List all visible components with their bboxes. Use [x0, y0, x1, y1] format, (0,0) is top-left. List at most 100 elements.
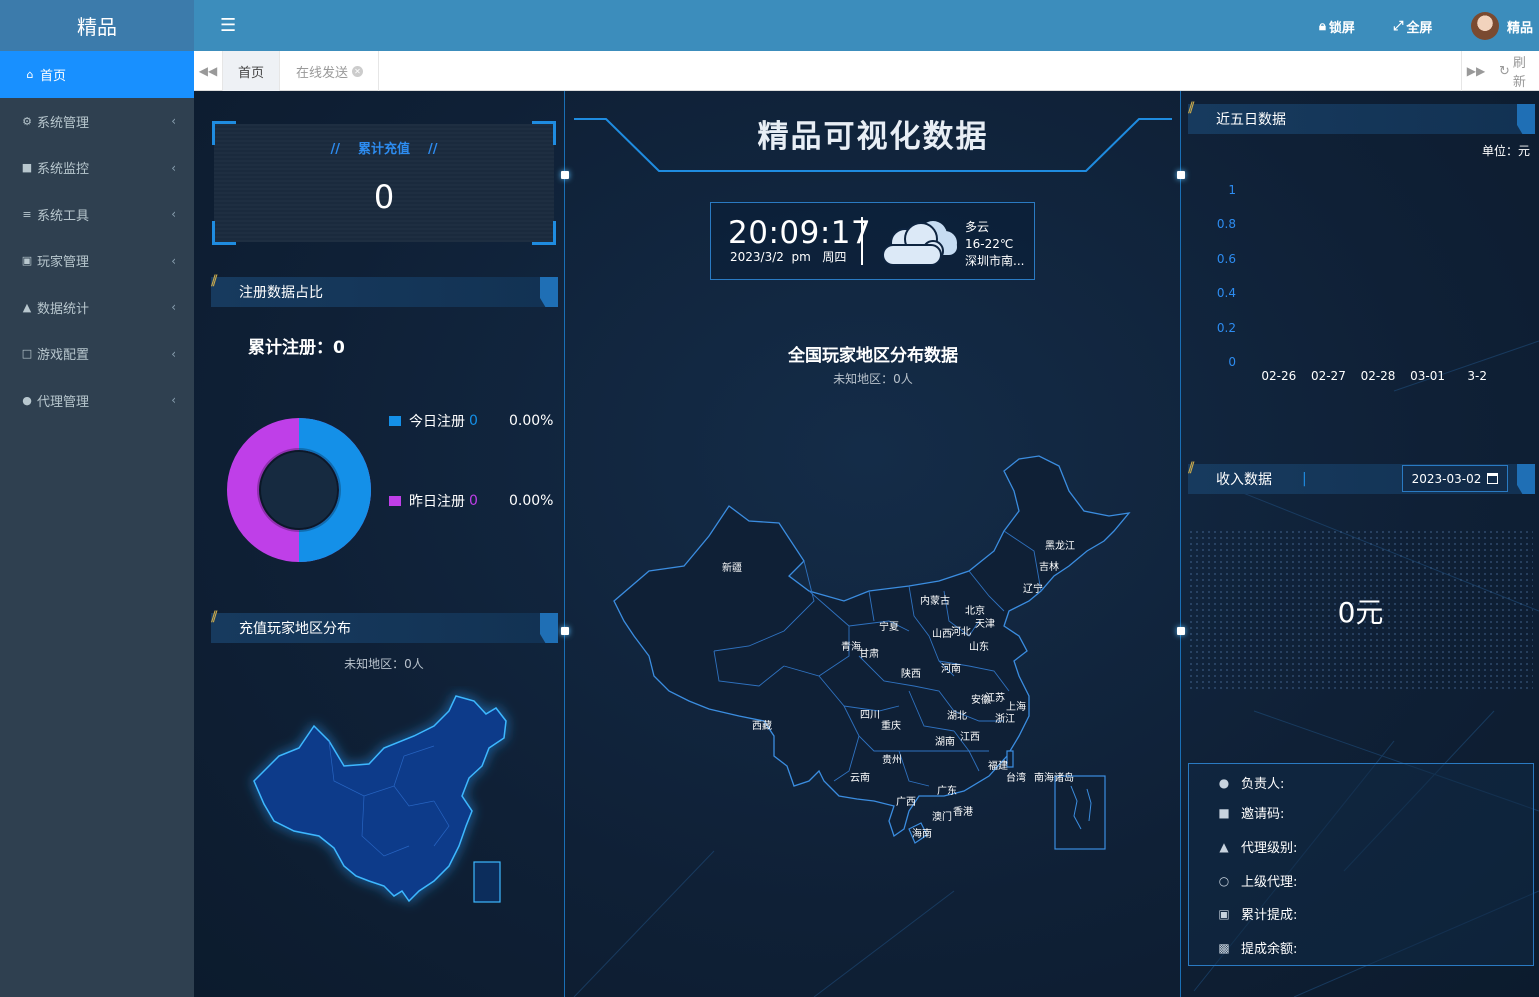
avatar[interactable] [1471, 12, 1499, 40]
sidebar: 精品 ⌂ 首页 ⚙ 系统管理 ‹ ■ 系统监控 ‹ ≡ 系统工具 ‹ ▣ 玩家管… [0, 0, 194, 997]
corner-decoration [212, 221, 236, 245]
tab-online-send[interactable]: 在线发送 ✕ [281, 51, 380, 91]
agent-owner-label: 负责人: [1241, 777, 1285, 792]
gear-icon: ⚙ [22, 114, 32, 128]
legend-label: 今日注册 [409, 414, 465, 430]
national-distribution-title: 全国玩家地区分布数据 [788, 346, 958, 366]
title-slash-icon: // [1188, 100, 1195, 116]
agent-invite-label: 邀请码: [1241, 807, 1285, 822]
clock-time: 20:09:17 [728, 215, 872, 251]
register-donut-chart [227, 418, 371, 562]
agent-parent-label: 上级代理: [1241, 875, 1298, 890]
sidebar-item-label: 系统工具 [37, 208, 90, 224]
sidebar-item-system-monitor[interactable]: ■ 系统监控 ‹ [0, 145, 194, 192]
income-date-value: 2023-03-02 [1411, 471, 1482, 486]
chevron-left-icon: ‹ [171, 114, 176, 129]
agent-total-commission-row: ▣ 累计提成: [1217, 904, 1298, 924]
page-title: 精品可视化数据 [757, 119, 989, 155]
title-tip [540, 613, 558, 643]
agent-balance-label: 提成余额: [1241, 942, 1298, 957]
calendar-icon [1487, 473, 1499, 484]
title-slash-icon: // [211, 609, 218, 625]
legend-percent: 0.00% [509, 413, 554, 429]
agent-total-commission-label: 累计提成: [1241, 908, 1298, 923]
recharge-region-unknown: 未知地区：0人 [344, 657, 424, 671]
refresh-button[interactable]: ↻ 刷新 [1491, 51, 1539, 91]
agent-level-row: ▲ 代理级别: [1217, 837, 1297, 857]
sidebar-item-agent-management[interactable]: ● 代理管理 ‹ [0, 377, 194, 424]
recharge-total-card: //累计充值// 0 [214, 124, 554, 242]
sidebar-item-data-statistics[interactable]: ▲ 数据统计 ‹ [0, 284, 194, 331]
hamburger-menu-icon[interactable]: ☰ [220, 15, 236, 36]
agent-balance-row: ▩ 提成余额: [1217, 938, 1298, 958]
panel-title-text: 近五日数据 [1216, 112, 1286, 128]
title-divider: | [1302, 471, 1307, 487]
five-day-series [1214, 179, 1514, 389]
agent-parent-row: ○ 上级代理: [1217, 871, 1298, 891]
refresh-label: 刷新 [1512, 56, 1526, 90]
legend-yesterday: 昨日注册 0 0.00% [389, 491, 553, 511]
chevron-left-icon: ‹ [171, 300, 176, 315]
user-outline-icon: ○ [1218, 873, 1230, 888]
weather-condition: 多云 [965, 220, 990, 234]
lock-screen-button[interactable]: 🔒︎ 锁屏 [1319, 17, 1355, 36]
fullscreen-button[interactable]: ⤢ 全屏 [1393, 17, 1432, 36]
monitor-icon: □ [21, 347, 33, 361]
tab-bar: ◀◀ 首页 在线发送 ✕ ▶▶ ↻ 刷新 [194, 51, 1539, 91]
recharge-label: //累计充值// [330, 142, 438, 157]
panel-title-text: 充值玩家地区分布 [239, 621, 351, 637]
user-name[interactable]: 精品 [1507, 17, 1533, 36]
lock-money-icon: ▩ [1218, 940, 1230, 955]
sidebar-item-label: 系统监控 [37, 162, 90, 178]
china-map [613, 455, 1131, 850]
sidebar-item-home[interactable]: ⌂ 首页 [0, 51, 194, 98]
tab-scroll-left-icon[interactable]: ◀◀ [194, 51, 223, 91]
agent-invite-row: ■ 邀请码: [1217, 803, 1285, 823]
agent-info-panel: ● 负责人: ■ 邀请码: ▲ 代理级别: ○ 上级代理: ▣ 累计提成: ▩ … [1188, 763, 1534, 966]
app-logo[interactable]: 精品 [0, 0, 194, 51]
lock-icon: 🔒︎ [1319, 19, 1326, 34]
income-value: 0元 [1337, 596, 1384, 629]
tab-scroll-right-icon[interactable]: ▶▶ [1461, 51, 1490, 91]
home-icon: ⌂ [26, 68, 34, 81]
sidebar-item-game-config[interactable]: □ 游戏配置 ‹ [0, 331, 194, 378]
recharge-region-map [253, 695, 507, 903]
recharge-region-title: // 充值玩家地区分布 [211, 609, 558, 643]
separator-node [561, 171, 569, 179]
corner-decoration [212, 121, 236, 145]
sidebar-item-system-tools[interactable]: ≡ 系统工具 ‹ [0, 191, 194, 238]
title-slash-icon: // [1188, 460, 1195, 476]
legend-swatch [389, 416, 401, 426]
refresh-icon: ↻ [1499, 63, 1510, 79]
close-icon[interactable]: ✕ [352, 65, 364, 77]
chevron-left-icon: ‹ [171, 207, 176, 222]
corner-decoration [532, 221, 556, 245]
expand-icon: ⤢ [1393, 19, 1404, 34]
chevron-left-icon: ‹ [171, 160, 176, 175]
legend-swatch [389, 496, 401, 506]
legend-value: 0 [469, 413, 478, 429]
register-ratio-title: // 注册数据占比 [211, 273, 558, 307]
title-slash-icon: // [211, 273, 218, 289]
register-total: 累计注册：0 [248, 338, 345, 358]
recharge-value: 0 [373, 178, 395, 216]
tab-home[interactable]: 首页 [223, 51, 281, 91]
panel-title-text: 收入数据 [1216, 472, 1272, 488]
agent-owner-row: ● 负责人: [1217, 773, 1285, 793]
donut-center [261, 452, 337, 528]
income-date-picker[interactable]: 2023-03-02 [1402, 465, 1508, 492]
title-tip [1517, 464, 1535, 494]
wallet-icon: ▣ [1218, 906, 1230, 921]
title-tip [540, 277, 558, 307]
clock-weather-card: 20:09:17 2023/3/2 pm 周四 多云 16-22℃ 深圳市南..… [710, 202, 1035, 280]
user-card-icon: ▣ [21, 254, 33, 268]
separator-left [564, 91, 565, 997]
weather-city: 深圳市南... [965, 254, 1025, 268]
clock-divider [861, 217, 863, 265]
sidebar-item-label: 代理管理 [37, 394, 90, 410]
legend-value: 0 [469, 493, 478, 509]
sidebar-item-player-management[interactable]: ▣ 玩家管理 ‹ [0, 238, 194, 285]
five-day-chart: 0 0.2 0.4 0.6 0.8 1 02-26 02-27 02-28 03-01 3-2 [1214, 179, 1514, 389]
sidebar-item-system-management[interactable]: ⚙ 系统管理 ‹ [0, 98, 194, 145]
national-distribution-unknown: 未知地区：0人 [833, 372, 913, 386]
